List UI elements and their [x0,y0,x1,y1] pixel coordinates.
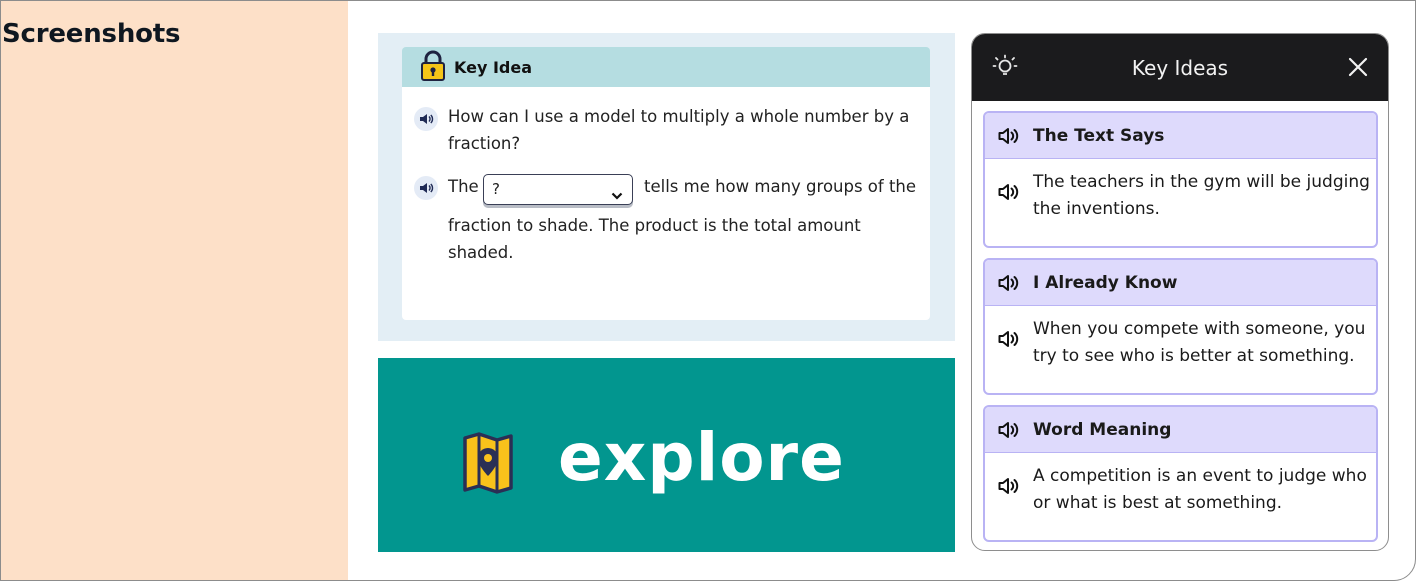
left-panel: Screenshots [1,1,348,580]
sentence-suffix: tells me how many groups of the [644,177,917,196]
explore-label: explore [558,419,845,496]
speaker-icon[interactable] [414,176,438,200]
speaker-icon[interactable] [998,127,1020,149]
card-header: The Text Says [985,113,1376,159]
key-idea-card: Key Idea How can I use a model to multip… [378,33,955,341]
chevron-down-icon [611,185,623,204]
key-ideas-title: Key Ideas [1131,56,1229,80]
section-title: Screenshots [2,19,181,49]
key-idea-body: How can I use a model to multiply a whol… [402,87,930,320]
key-idea-question: How can I use a model to multiply a whol… [448,107,910,153]
card-heading: I Already Know [1033,273,1178,293]
card-heading: The Text Says [1033,126,1165,146]
dropdown-value: ? [492,180,500,198]
card-heading: Word Meaning [1033,420,1172,440]
card-header: Word Meaning [985,407,1376,453]
key-idea-card-text-says: The Text Says The teachers in the gym wi… [983,111,1378,248]
key-ideas-panel: Key Ideas The Text Says The teachers in … [971,33,1389,551]
explore-banner: explore [378,358,955,552]
sentence-line-2: fraction to shade. The product is the to… [448,216,861,262]
key-idea-title: Key Idea [454,58,533,77]
lock-icon [420,50,446,86]
speaker-icon[interactable] [414,107,438,131]
sentence-prefix: The [448,177,479,196]
answer-dropdown[interactable]: ? [483,174,633,205]
card-text: When you compete with someone, you try t… [1033,319,1366,366]
speaker-icon[interactable] [998,477,1020,499]
screenshots-frame: Screenshots Key Idea How can I use a mod… [0,0,1416,581]
key-idea-card-already-know: I Already Know When you compete with som… [983,258,1378,395]
speaker-icon[interactable] [998,274,1020,296]
key-ideas-header: Key Ideas [972,34,1388,101]
key-idea-header: Key Idea [402,47,930,87]
card-text: The teachers in the gym will be judging … [1033,172,1370,219]
speaker-icon[interactable] [998,330,1020,352]
card-text: A competition is an event to judge who o… [1033,466,1367,513]
card-header: I Already Know [985,260,1376,306]
key-idea-card-word-meaning: Word Meaning A competition is an event t… [983,405,1378,542]
close-icon[interactable] [1348,57,1368,81]
speaker-icon[interactable] [998,421,1020,443]
speaker-icon[interactable] [998,183,1020,205]
map-pin-icon [462,432,514,498]
